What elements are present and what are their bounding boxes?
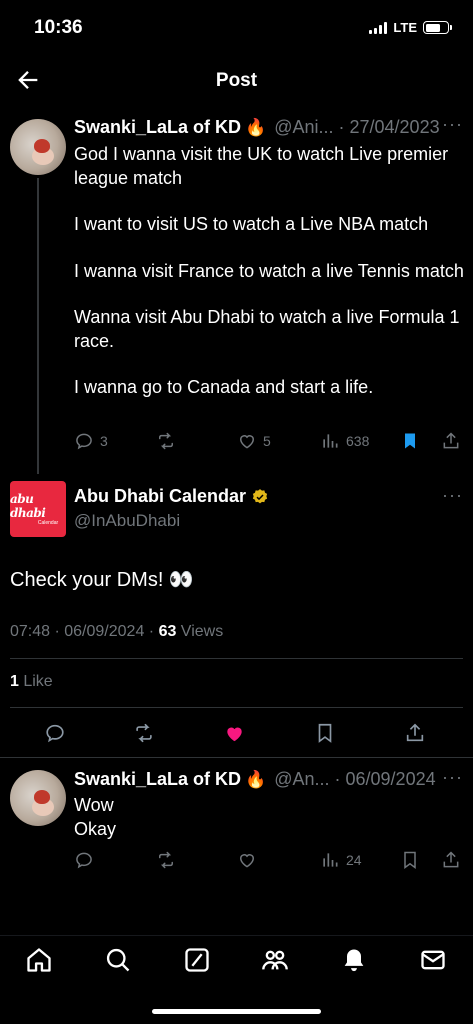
post-paragraph: I wanna go to Canada and start a life. xyxy=(74,377,374,397)
post-paragraph: God I wanna visit the UK to watch Live p… xyxy=(74,144,449,188)
views-button[interactable]: 24 xyxy=(320,850,362,870)
author-handle-date: @An... · 06/09/2024 xyxy=(274,769,436,789)
post-timestamp: 07:48 · 06/09/2024 · xyxy=(10,623,159,640)
signal-icon xyxy=(369,21,388,34)
more-options-icon[interactable]: ··· xyxy=(442,767,463,788)
logo-subtext: Calendar xyxy=(37,520,59,526)
likes-count: 1 xyxy=(10,673,19,690)
reply-author-row: Swanki_LaLa of KD 🔥 @An... · 06/09/2024 xyxy=(74,769,436,790)
more-options-icon[interactable]: ··· xyxy=(442,114,463,135)
repost-button[interactable] xyxy=(156,431,176,451)
bookmark-icon xyxy=(318,723,332,743)
post-meta: 07:48 · 06/09/2024 · 63 Views xyxy=(10,623,223,641)
bookmark-button[interactable] xyxy=(314,722,336,744)
home-indicator xyxy=(152,1009,321,1014)
repost-button[interactable] xyxy=(156,850,176,870)
reply-icon xyxy=(76,852,92,869)
like-button[interactable] xyxy=(237,850,257,870)
main-post-text: Check your DMs! 👀 xyxy=(10,569,194,591)
search-icon[interactable] xyxy=(104,946,132,974)
author-name[interactable]: Abu Dhabi Calendar xyxy=(74,486,246,507)
divider xyxy=(10,707,463,708)
fire-emoji: 🔥 xyxy=(245,117,267,137)
bookmark-icon xyxy=(404,851,416,869)
share-icon xyxy=(406,723,424,742)
avatar[interactable] xyxy=(10,119,66,175)
bookmark-filled-icon xyxy=(405,433,415,449)
views-count: 638 xyxy=(346,433,370,449)
fire-emoji: 🔥 xyxy=(245,769,267,789)
home-icon[interactable] xyxy=(25,946,53,974)
repost-icon xyxy=(136,723,152,743)
reply-button[interactable] xyxy=(44,722,66,744)
heart-icon xyxy=(239,435,255,449)
page-title: Post xyxy=(215,70,258,91)
notifications-bell-icon[interactable] xyxy=(340,946,368,974)
reply-text: Wow Okay xyxy=(74,794,466,841)
heart-icon xyxy=(239,854,255,868)
post-author-row: Swanki_LaLa of KD 🔥 @Ani... · 27/04/2023 xyxy=(74,117,440,138)
views-icon xyxy=(323,853,338,867)
reply-icon xyxy=(46,724,64,743)
views-count: 63 xyxy=(158,623,177,640)
bookmark-button[interactable] xyxy=(400,431,420,451)
messages-icon[interactable] xyxy=(419,946,447,974)
views-icon xyxy=(323,434,338,448)
share-button[interactable] xyxy=(441,850,461,870)
author-handle-date: @Ani... · 27/04/2023 xyxy=(274,117,440,137)
author-name[interactable]: Swanki_LaLa of KD xyxy=(74,769,241,790)
more-options-icon[interactable]: ··· xyxy=(442,485,463,506)
grok-icon[interactable] xyxy=(183,946,211,974)
thread-line xyxy=(37,178,39,474)
reply-line: Okay xyxy=(74,818,117,839)
status-bar: 10:36 LTE xyxy=(0,0,473,56)
author-name[interactable]: Swanki_LaLa of KD xyxy=(74,117,241,138)
share-button[interactable] xyxy=(441,431,461,451)
views-button[interactable]: 638 xyxy=(320,431,369,451)
post-paragraph: Wanna visit Abu Dhabi to watch a live Fo… xyxy=(74,307,460,351)
logo-text: abu dhabi xyxy=(10,492,46,520)
reply-count: 3 xyxy=(100,433,108,449)
status-time: 10:36 xyxy=(34,17,83,38)
share-button[interactable] xyxy=(404,722,426,744)
heart-filled-icon xyxy=(227,727,242,742)
main-author-row: Abu Dhabi Calendar xyxy=(74,486,269,507)
abu-dhabi-calendar-logo[interactable]: abu dhabi Calendar xyxy=(10,481,66,537)
author-handle: @InAbuDhabi xyxy=(74,511,181,530)
bookmark-button[interactable] xyxy=(400,850,420,870)
bottom-nav xyxy=(0,935,473,1024)
like-button-active[interactable] xyxy=(223,722,246,745)
divider xyxy=(0,757,473,758)
post-text: God I wanna visit the UK to watch Live p… xyxy=(74,143,466,400)
reply-line: Wow xyxy=(74,795,114,815)
repost-button[interactable] xyxy=(133,722,155,744)
like-button[interactable]: 5 xyxy=(237,431,271,451)
like-count: 5 xyxy=(263,433,271,449)
divider xyxy=(10,658,463,659)
share-icon xyxy=(443,432,459,449)
post-paragraph: I wanna visit France to watch a live Ten… xyxy=(74,260,464,281)
share-icon xyxy=(443,851,459,868)
reply-button[interactable] xyxy=(74,850,100,870)
reply-icon xyxy=(76,433,92,450)
likes-label: Like xyxy=(18,673,53,690)
top-bar: Post xyxy=(0,56,473,104)
avatar[interactable] xyxy=(10,770,66,826)
verified-badge-icon xyxy=(252,488,268,503)
post-paragraph: I want to visit US to watch a Live NBA m… xyxy=(74,214,429,234)
repost-icon xyxy=(159,432,173,450)
repost-icon xyxy=(159,851,173,869)
reply-button[interactable]: 3 xyxy=(74,431,108,451)
network-label: LTE xyxy=(393,20,417,35)
views-label: Views xyxy=(176,623,224,640)
battery-icon xyxy=(423,21,452,34)
views-count: 24 xyxy=(346,852,362,868)
likes-summary[interactable]: 1 Like xyxy=(10,673,53,691)
communities-icon[interactable] xyxy=(261,946,289,974)
